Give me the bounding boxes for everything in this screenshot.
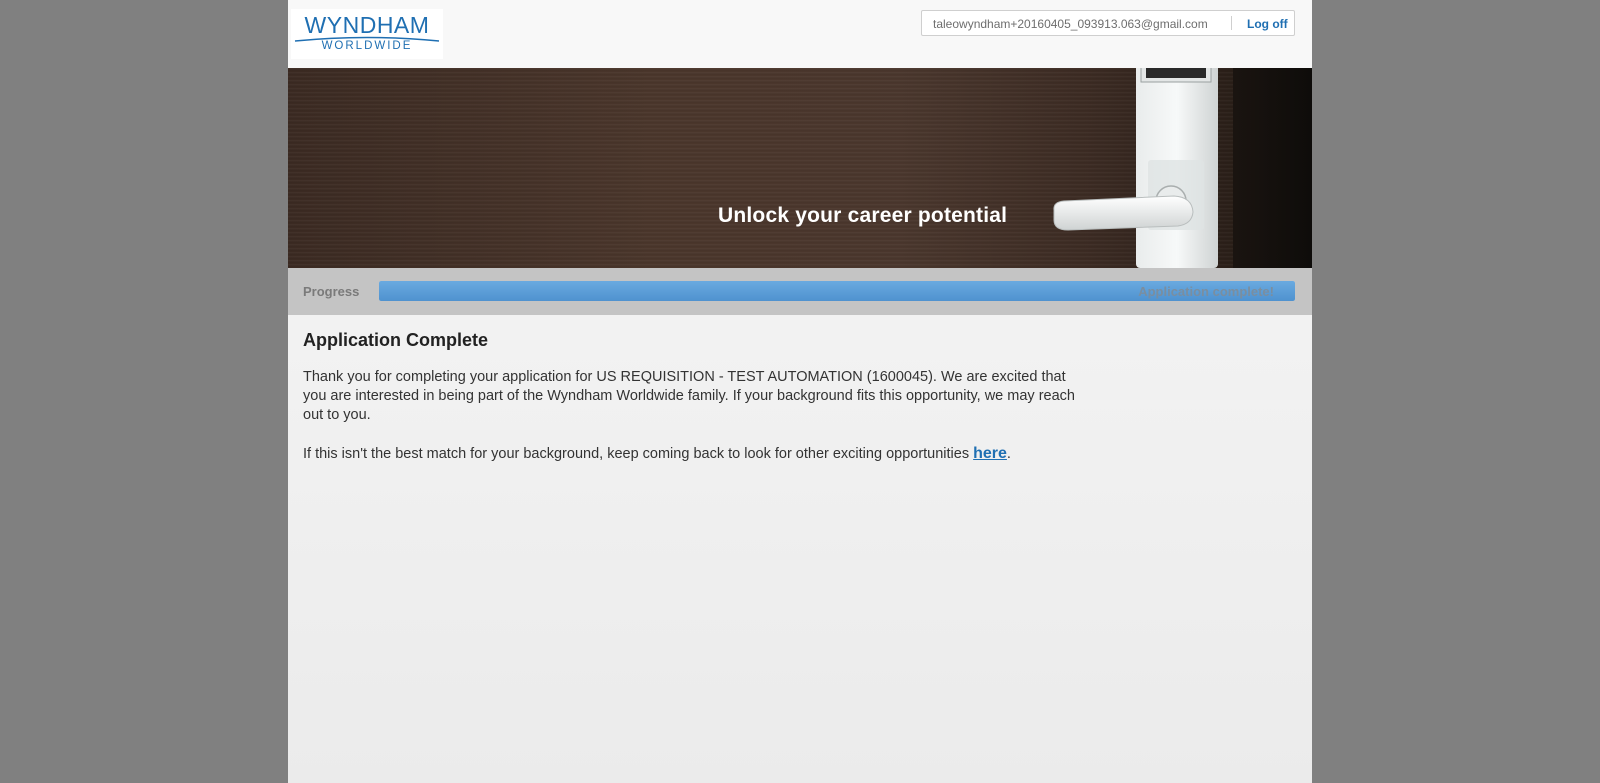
progress-status-text: Application complete! (1138, 284, 1274, 299)
logo-wordmark: WYNDHAM (304, 12, 430, 38)
hero-banner: Unlock your career potential (288, 68, 1312, 268)
opportunities-message-suffix: . (1006, 446, 1011, 462)
progress-bar: Application complete! (379, 281, 1295, 301)
logo-subtitle: WORLDWIDE (321, 40, 413, 52)
opportunities-message: If this isn't the best match for your ba… (303, 444, 1093, 464)
page-container: WYNDHAM WORLDWIDE taleowyndham+20160405_… (288, 0, 1312, 783)
opportunities-message-text: If this isn't the best match for your ba… (303, 446, 974, 462)
user-session-box: taleowyndham+20160405_093913.063@gmail.c… (921, 10, 1295, 36)
header: WYNDHAM WORLDWIDE taleowyndham+20160405_… (288, 0, 1312, 68)
wyndham-worldwide-logo: WYNDHAM WORLDWIDE (291, 9, 443, 59)
page-title: Application Complete (303, 330, 489, 350)
progress-label: Progress (303, 284, 360, 299)
progress-section: Progress Application complete! (288, 268, 1312, 315)
user-email: taleowyndham+20160405_093913.063@gmail.c… (933, 17, 1208, 31)
divider (1231, 16, 1232, 30)
door-handle-image (1053, 68, 1218, 268)
banner-tagline: Unlock your career potential (718, 204, 1008, 227)
confirmation-message: Thank you for completing your applicatio… (303, 369, 1075, 423)
log-off-link[interactable]: Log off (1247, 17, 1288, 31)
here-link[interactable]: here (973, 445, 1007, 462)
